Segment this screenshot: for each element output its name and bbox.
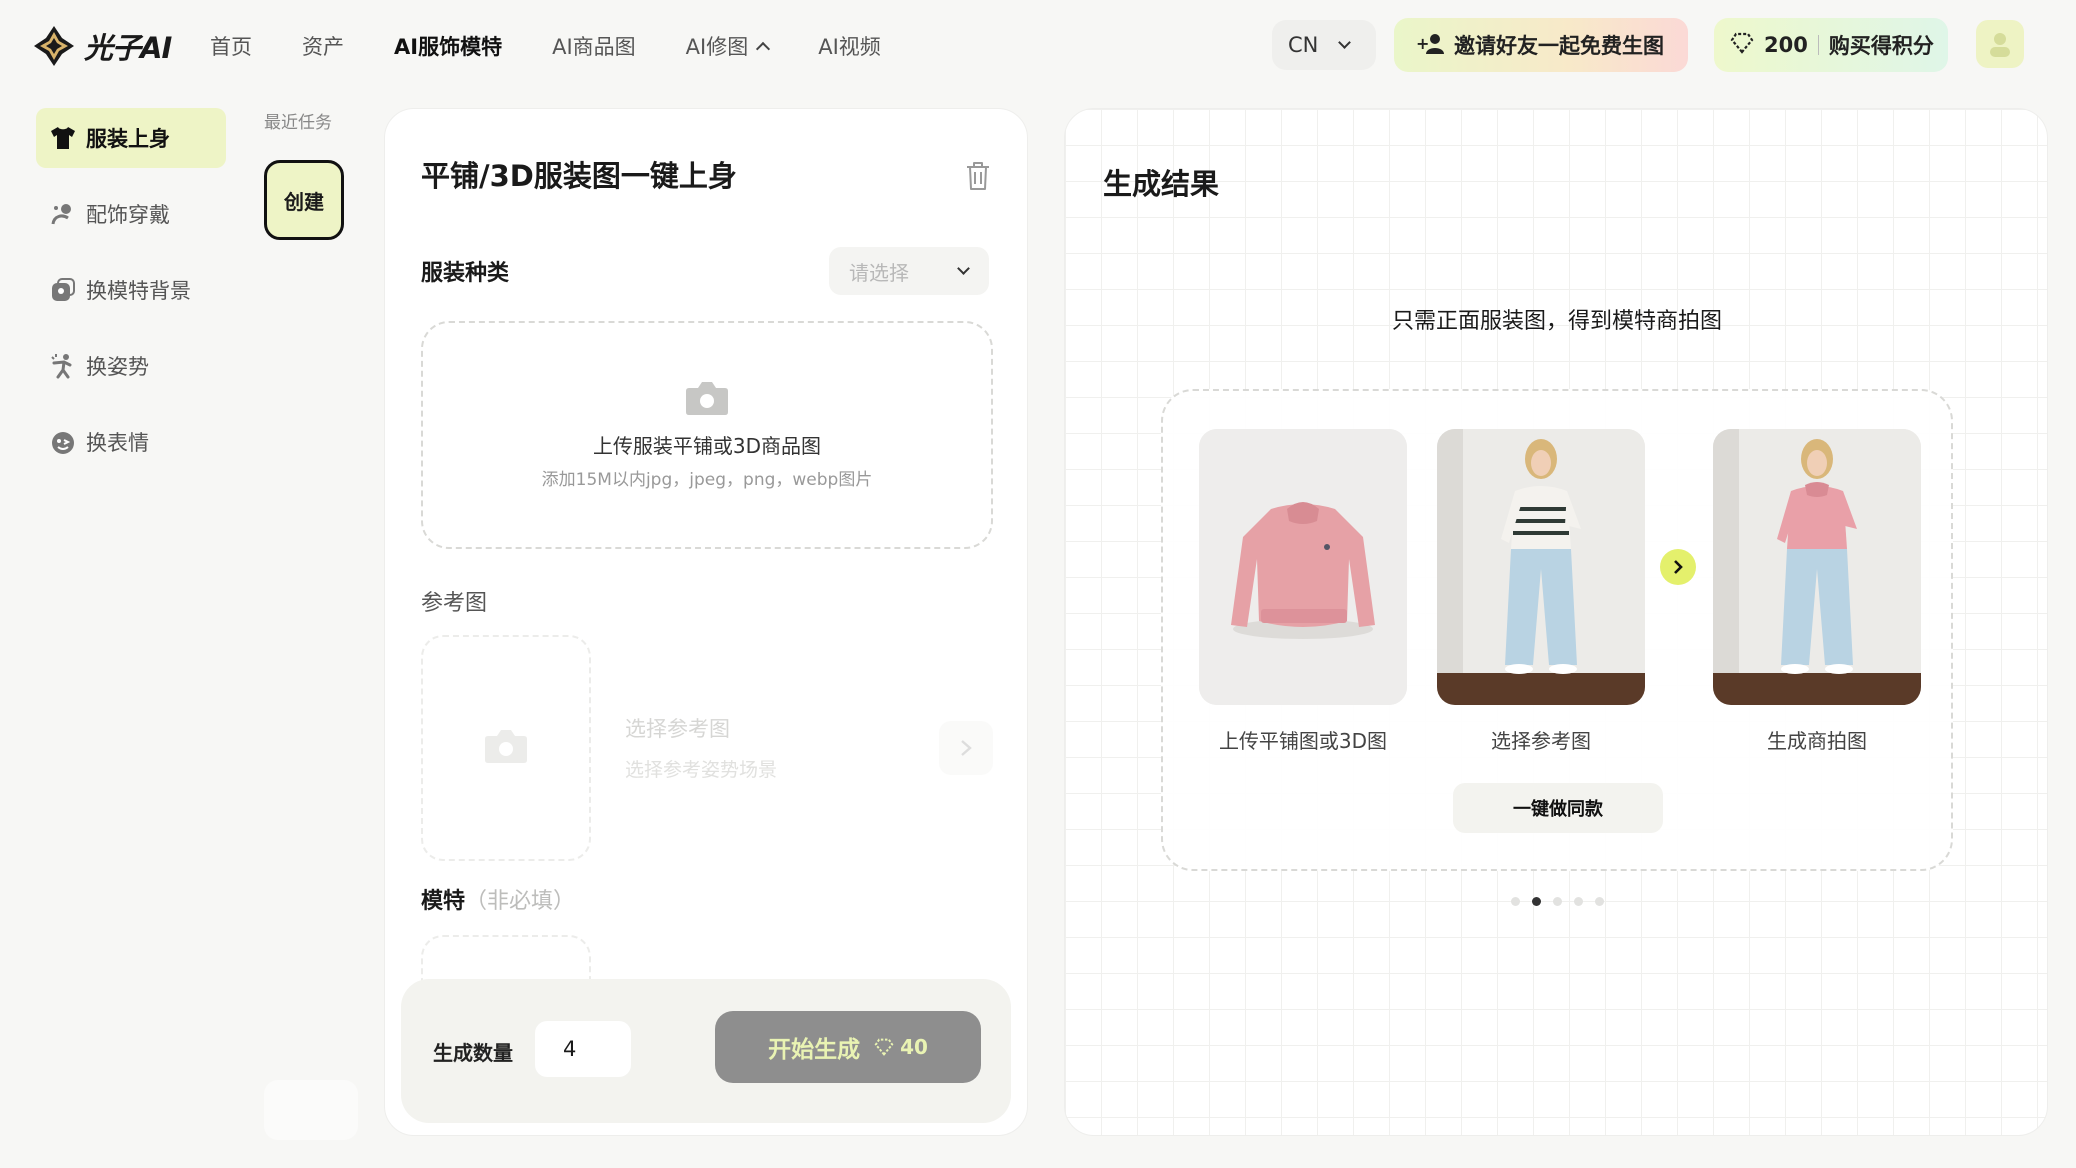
language-value: CN — [1288, 33, 1319, 57]
svg-text:+: + — [1416, 34, 1429, 53]
sidebar-item-label: 换表情 — [86, 431, 149, 455]
pose-icon — [50, 353, 76, 379]
model-optional-text: （非必填） — [465, 889, 576, 914]
step-caption: 生成商拍图 — [1767, 729, 1867, 753]
buy-credits-label: 购买得积分 — [1828, 34, 1934, 58]
trash-icon[interactable] — [965, 161, 991, 191]
add-friend-icon: + — [1416, 31, 1446, 60]
credits-button[interactable]: 200 购买得积分 — [1714, 18, 1948, 72]
nav-label: AI修图 — [685, 35, 749, 59]
shirt-icon — [50, 125, 76, 151]
count-value: 4 — [563, 1037, 577, 1061]
nav-label: AI商品图 — [552, 35, 636, 59]
credits-value: 200 — [1764, 33, 1808, 57]
expression-icon — [50, 429, 76, 455]
chevron-up-icon — [756, 41, 771, 57]
start-generate-button[interactable]: 开始生成 40 — [715, 1011, 981, 1083]
same-style-label: 一键做同款 — [1513, 799, 1603, 820]
carousel-dot[interactable] — [1510, 897, 1520, 906]
generate-bar: 生成数量 4 开始生成 40 — [401, 979, 1011, 1123]
demo-showcase: 上传平铺图或3D图 选择参考图 生成商拍图 一键做同款 — [1161, 389, 1953, 871]
recent-tasks-label: 最近任务 — [264, 113, 332, 133]
user-icon — [1990, 33, 2010, 57]
logo-mark-icon — [32, 24, 76, 68]
nav-label: 首页 — [210, 35, 252, 59]
start-cost-value: 40 — [900, 1035, 928, 1059]
sidebar-item-clothing-try-on[interactable]: 服装上身 — [36, 108, 226, 168]
swap-background-icon — [50, 277, 76, 303]
sidebar-item-label: 换模特背景 — [86, 279, 191, 303]
step-caption: 上传平铺图或3D图 — [1218, 729, 1388, 753]
start-label: 开始生成 — [768, 1037, 861, 1063]
invite-friends-button[interactable]: + 邀请好友一起免费生图 — [1394, 18, 1688, 72]
nav-item-assets[interactable]: 资产 — [302, 31, 344, 61]
chevron-down-icon — [957, 262, 970, 275]
step-caption: 选择参考图 — [1491, 729, 1591, 753]
nav-label: AI视频 — [818, 35, 881, 59]
accessory-icon — [50, 201, 76, 227]
main-nav: 首页 资产 AI服饰模特 AI商品图 AI修图 AI视频 — [210, 26, 931, 66]
demo-image-flatlay — [1199, 429, 1407, 705]
sidebar-item-expression[interactable]: 换表情 — [36, 412, 226, 472]
sidebar-item-label: 服装上身 — [86, 127, 170, 151]
gem-icon — [874, 1038, 894, 1056]
reference-image-box[interactable] — [421, 635, 591, 861]
sidebar-item-swap-background[interactable]: 换模特背景 — [36, 260, 226, 320]
reference-next-button[interactable] — [939, 721, 993, 775]
sidebar-item-accessory[interactable]: 配饰穿戴 — [36, 184, 226, 244]
carousel-dots — [1065, 897, 2047, 906]
carousel-dot[interactable] — [1594, 897, 1604, 906]
model-label-text: 模特 — [421, 889, 466, 914]
result-hint: 只需正面服装图，得到模特商拍图 — [1391, 309, 1722, 334]
model-label: 模特（非必填） — [421, 883, 575, 915]
nav-item-ai-product-image[interactable]: AI商品图 — [552, 31, 636, 61]
create-label: 创建 — [284, 189, 324, 214]
camera-icon — [484, 728, 528, 768]
chevron-down-icon — [1338, 36, 1352, 49]
brand-name: 光子AI — [84, 31, 172, 65]
demo-image-reference — [1437, 429, 1645, 705]
brand-logo[interactable]: 光子AI — [32, 20, 182, 72]
form-title: 平铺/3D服装图一键上身 — [421, 159, 737, 193]
clothing-upload-dropzone[interactable]: 上传服装平铺或3D商品图 添加15M以内jpg，jpeg，png，webp图片 — [421, 321, 993, 549]
result-title: 生成结果 — [1103, 167, 1220, 201]
reference-title: 选择参考图 — [625, 717, 730, 741]
carousel-dot[interactable] — [1552, 897, 1562, 906]
nav-item-ai-fashion-model[interactable]: AI服饰模特 — [394, 31, 502, 61]
ghost-placeholder — [264, 1080, 358, 1140]
upload-sub-text: 添加15M以内jpg，jpeg，png，webp图片 — [541, 470, 873, 490]
reference-label: 参考图 — [421, 591, 488, 616]
sidebar-item-pose[interactable]: 换姿势 — [36, 336, 226, 396]
create-task-button[interactable]: 创建 — [264, 160, 344, 240]
nav-label: AI服饰模特 — [394, 35, 503, 59]
user-avatar[interactable] — [1976, 20, 2024, 68]
divider — [1817, 35, 1819, 55]
make-same-style-button[interactable]: 一键做同款 — [1453, 783, 1663, 833]
sidebar-item-label: 配饰穿戴 — [86, 203, 170, 227]
clothing-type-select[interactable]: 请选择 — [829, 247, 989, 295]
generation-form-panel: 平铺/3D服装图一键上身 服装种类 请选择 上传服装平铺或3D商品图 添加15M… — [384, 108, 1028, 1136]
invite-label: 邀请好友一起免费生图 — [1454, 34, 1664, 58]
count-label: 生成数量 — [433, 1041, 513, 1065]
sidebar-item-label: 换姿势 — [86, 355, 149, 379]
gem-icon — [1730, 32, 1754, 59]
clothing-type-label: 服装种类 — [421, 261, 510, 286]
count-input[interactable]: 4 — [535, 1021, 631, 1077]
demo-image-result — [1713, 429, 1921, 705]
upload-main-text: 上传服装平铺或3D商品图 — [592, 434, 822, 458]
nav-label: 资产 — [302, 35, 344, 59]
carousel-dot[interactable] — [1531, 897, 1541, 906]
nav-item-home[interactable]: 首页 — [210, 31, 252, 61]
reference-subtitle: 选择参考姿势场景 — [625, 759, 778, 781]
carousel-dot[interactable] — [1573, 897, 1583, 906]
start-cost: 40 — [874, 1035, 928, 1059]
result-panel: 生成结果 只需正面服装图，得到模特商拍图 上传平铺图或3D图 选择参考图 生成商… — [1064, 108, 2048, 1136]
camera-icon — [685, 380, 729, 420]
chevron-right-icon — [961, 740, 972, 756]
select-placeholder: 请选择 — [849, 260, 909, 285]
next-arrow-icon — [1660, 549, 1696, 585]
nav-item-ai-video[interactable]: AI视频 — [818, 31, 881, 61]
language-select[interactable]: CN — [1272, 20, 1376, 70]
nav-item-ai-retouch[interactable]: AI修图 — [685, 31, 771, 61]
